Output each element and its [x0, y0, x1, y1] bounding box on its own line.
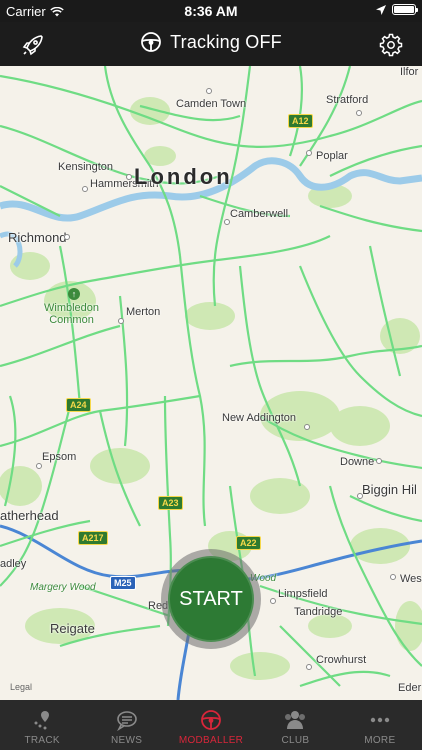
- map-dot-stratford: [356, 110, 362, 116]
- map-dot-westerham: [390, 574, 396, 580]
- steering-wheel-icon: [141, 32, 162, 52]
- place-kensington: Kensington: [58, 161, 114, 173]
- place-westerham: Wes: [400, 573, 422, 585]
- place-tandridge: Tandridge: [294, 606, 343, 618]
- place-camberwell: Camberwell: [230, 208, 289, 220]
- place-merton: Merton: [126, 306, 161, 318]
- more-dots-icon: [368, 708, 392, 732]
- tab-club[interactable]: CLUB: [253, 700, 337, 750]
- header-title-group: Tracking OFF: [0, 31, 422, 53]
- place-edenbridge: Eder: [398, 682, 422, 694]
- place-stratford: Stratford: [326, 94, 369, 106]
- place-new-addington: New Addington: [222, 412, 296, 424]
- location-arrow-icon: [376, 4, 386, 15]
- tab-news-label: NEWS: [111, 735, 143, 746]
- tab-club-label: CLUB: [281, 735, 310, 746]
- place-leatherhead: atherhead: [0, 508, 59, 523]
- road-badge-a23: A23: [158, 496, 183, 510]
- settings-button[interactable]: [376, 30, 406, 60]
- place-biggin-hill: Biggin Hil: [362, 482, 417, 497]
- place-richmond: Richmond: [8, 230, 67, 245]
- app-header: Tracking OFF: [0, 22, 422, 66]
- road-badge-a24: A24: [66, 398, 91, 412]
- road-badge-a22: A22: [236, 536, 261, 550]
- gear-icon: [379, 33, 403, 57]
- place-redhill-partial: adley: [0, 558, 27, 570]
- map-dot-new-addington: [304, 424, 310, 430]
- tab-modballer-label: MODBALLER: [178, 735, 244, 746]
- map-dot-downe: [376, 458, 382, 464]
- place-reigate: Reigate: [50, 621, 95, 636]
- tab-more-label: MORE: [364, 735, 396, 746]
- tab-more[interactable]: MORE: [338, 700, 422, 750]
- track-pin-icon: [30, 708, 54, 732]
- place-downe: Downe: [340, 456, 375, 468]
- park-marker-icon: ↑: [68, 288, 80, 300]
- map-dot-hammersmith: [82, 186, 88, 192]
- place-camden-town: Camden Town: [176, 98, 247, 110]
- place-london: London: [134, 164, 233, 189]
- place-limpsfield: Limpsfield: [278, 588, 328, 600]
- map-dot-biggin-hill: [357, 493, 363, 499]
- news-bubble-icon: [115, 708, 139, 732]
- road-badge-a217: A217: [78, 531, 108, 545]
- place-epsom: Epsom: [42, 451, 77, 463]
- tab-modballer[interactable]: MODBALLER: [169, 700, 253, 750]
- steering-wheel-icon: [199, 708, 223, 732]
- map-dot-camberwell: [224, 219, 230, 225]
- map-dot-richmond: [64, 234, 70, 240]
- tab-track-label: TRACK: [24, 735, 60, 746]
- place-ilford: Ilfor: [400, 66, 419, 78]
- map-dot-camden: [206, 88, 212, 94]
- start-button[interactable]: START: [168, 556, 254, 642]
- start-button-ring: START: [161, 549, 261, 649]
- status-time: 8:36 AM: [184, 3, 238, 19]
- tab-news[interactable]: NEWS: [84, 700, 168, 750]
- map-dot-merton: [118, 318, 124, 324]
- map-dot-crowhurst: [306, 664, 312, 670]
- place-margery-wood: Margery Wood: [30, 582, 96, 593]
- battery-icon: [392, 4, 418, 15]
- status-bar: Carrier 8:36 AM: [0, 0, 422, 22]
- club-people-icon: [283, 708, 307, 732]
- place-poplar: Poplar: [316, 150, 348, 162]
- road-badge-a12: A12: [288, 114, 313, 128]
- tracking-status-title: Tracking OFF: [170, 31, 282, 52]
- map-dot-poplar: [306, 150, 312, 156]
- map-dot-epsom: [36, 463, 42, 469]
- road-badge-m25: M25: [110, 576, 136, 590]
- tab-bar: TRACK NEWS MODBALLER CLUB MORE: [0, 700, 422, 750]
- place-wimbledon-common: Wimbledon Common: [44, 302, 100, 326]
- tab-track[interactable]: TRACK: [0, 700, 84, 750]
- place-crowhurst: Crowhurst: [316, 654, 367, 666]
- map-legal-link[interactable]: Legal: [10, 682, 32, 692]
- map-dot-limpsfield: [270, 598, 276, 604]
